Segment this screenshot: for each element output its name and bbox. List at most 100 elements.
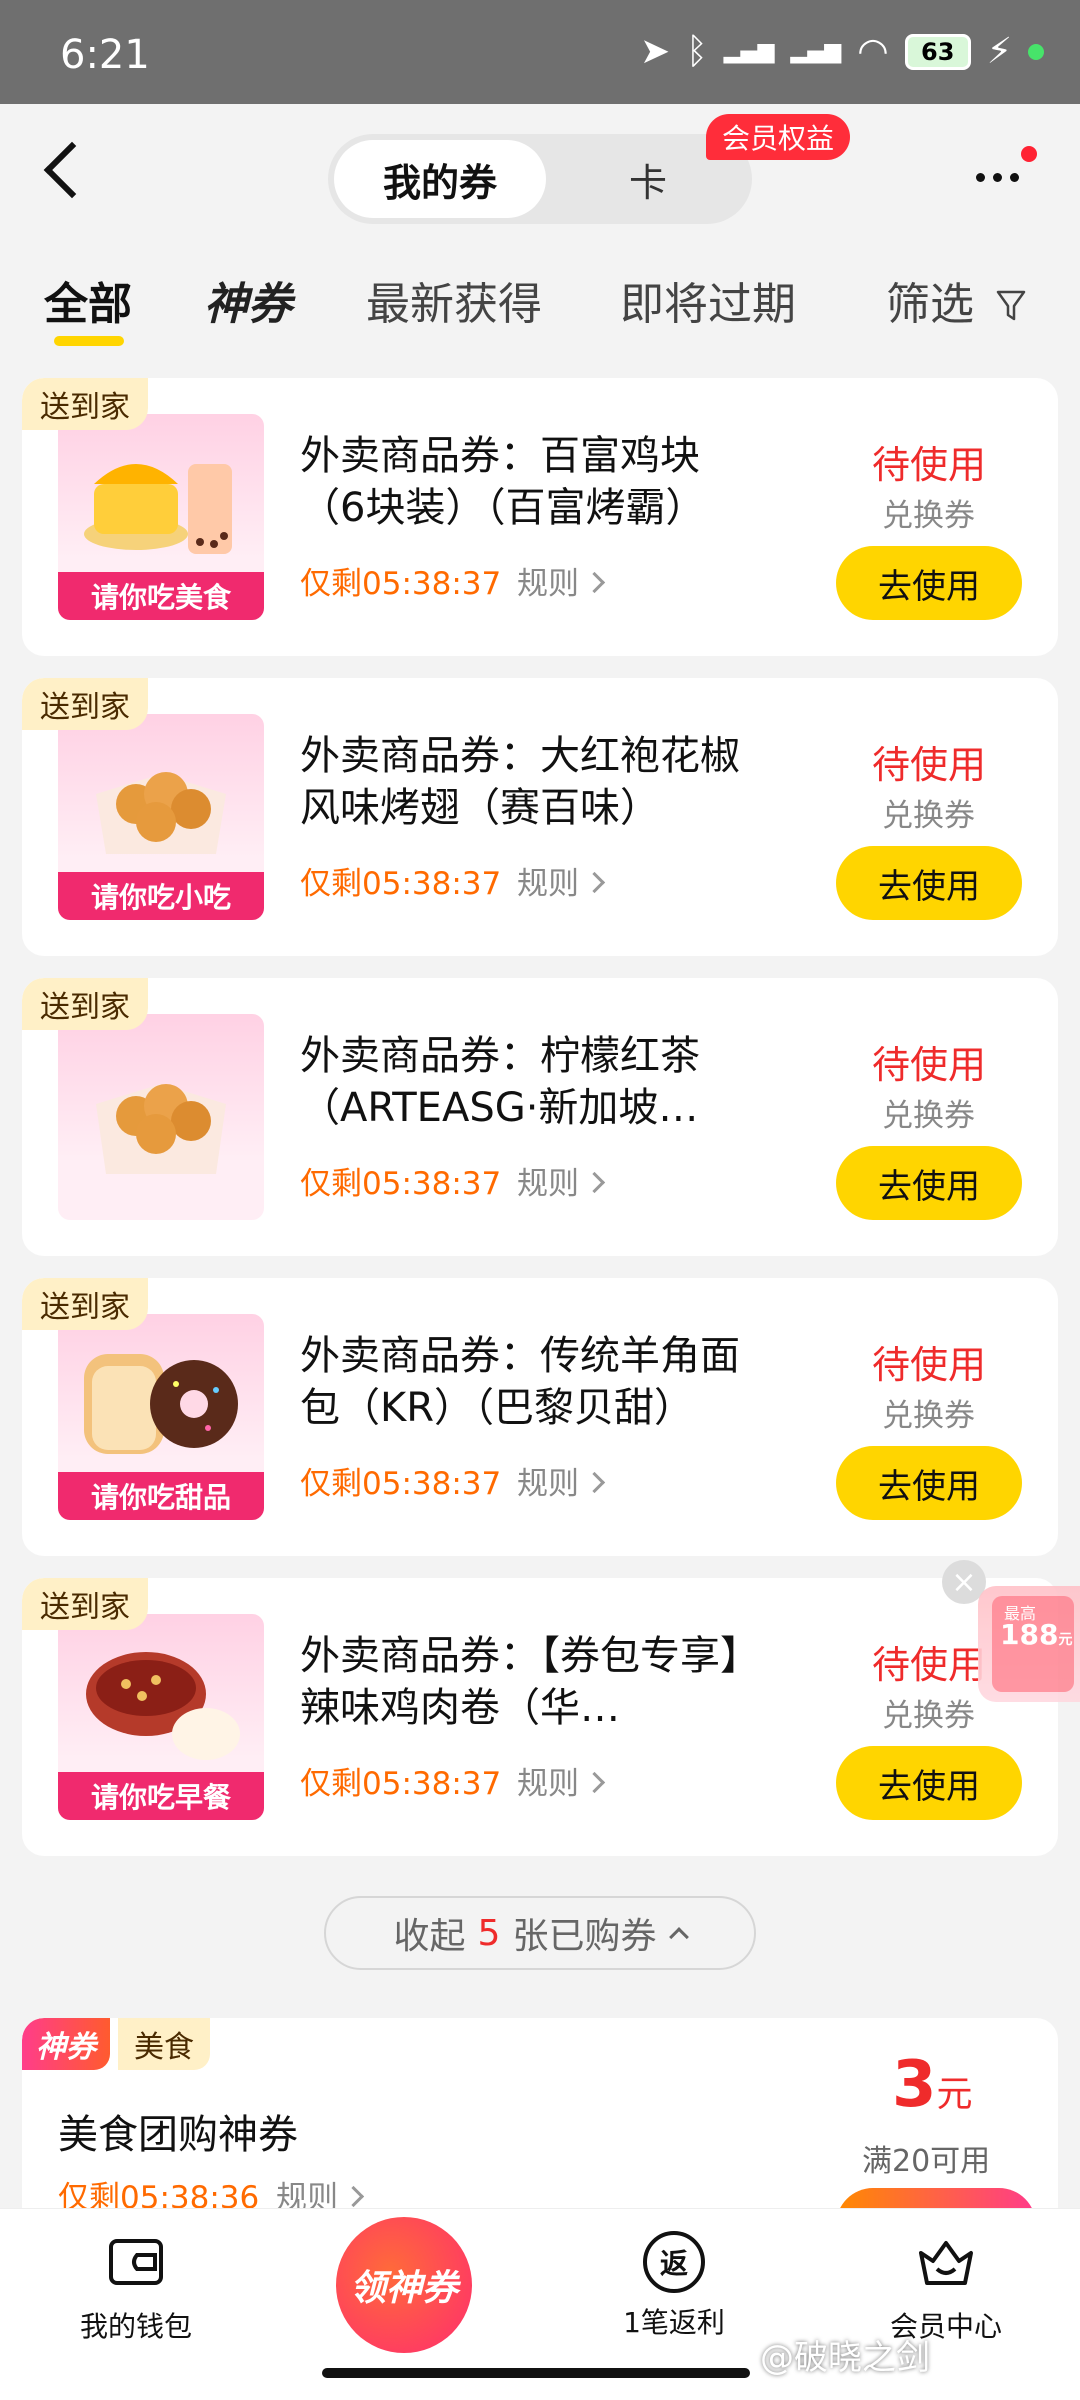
- coupon-price: 3元: [892, 2048, 973, 2122]
- thumb-label: 请你吃美食: [58, 572, 264, 620]
- member-benefit-badge[interactable]: 会员权益: [706, 114, 851, 160]
- nav-rebate-label: 1笔返利: [623, 2306, 725, 2339]
- coupon-type: 兑换券: [882, 798, 975, 834]
- use-button[interactable]: 去使用: [836, 1446, 1022, 1520]
- chicken-snack-icon: [96, 1084, 226, 1174]
- location-icon: ➤: [639, 31, 671, 72]
- coupon-status: 待使用: [872, 443, 987, 487]
- charging-icon: ⚡: [986, 31, 1012, 72]
- collapse-suffix: 张已购券: [512, 1916, 657, 1957]
- rule-link[interactable]: 规则: [517, 1158, 602, 1203]
- coupon-status: 待使用: [872, 1643, 987, 1687]
- coupon-thumbnail: 请你吃早餐: [58, 1614, 264, 1820]
- header: 我的券 卡 会员权益: [0, 104, 1080, 232]
- status-bar: 6:21 ➤ ᛒ ▂▄▆ ▂▄▆ ◠ 63 ⚡: [0, 0, 1080, 104]
- thumb-label: 请你吃甜品: [58, 1472, 264, 1520]
- floating-amount-unit: 元: [1058, 1632, 1073, 1648]
- delivery-tag: 送到家: [22, 1278, 148, 1330]
- thumb-label: 请你吃小吃: [58, 872, 264, 920]
- nav-wallet[interactable]: 我的钱包: [36, 2231, 236, 2345]
- chevron-up-icon: [669, 1927, 690, 1947]
- tab-filter[interactable]: 筛选: [886, 268, 1026, 332]
- coupon-thumbnail: [58, 1014, 264, 1220]
- coupon-title: 外卖商品券：大红袍花椒风味烤翅（赛百味）: [300, 733, 740, 831]
- get-god-coupon-button[interactable]: 领神券: [336, 2217, 472, 2353]
- use-button[interactable]: 去使用: [836, 546, 1022, 620]
- coupon-countdown: 仅剩05:38:37: [300, 1466, 502, 1502]
- segment-my-coupons[interactable]: 我的券: [334, 140, 546, 218]
- tab-all[interactable]: 全部: [44, 268, 132, 332]
- status-time: 6:21: [60, 32, 150, 78]
- wifi-icon: ◠: [857, 31, 889, 72]
- signal-icon: ▂▄▆: [723, 39, 775, 64]
- coupon-thumbnail: 请你吃美食: [58, 414, 264, 620]
- nav-member-center[interactable]: 会员中心: [846, 2231, 1046, 2345]
- coupon-card[interactable]: 送到家 外卖商品券：柠檬红茶（ARTEASG·新加坡… 仅剩05:38:37 规…: [22, 978, 1058, 1256]
- coupon-countdown: 仅剩05:38:37: [300, 1766, 502, 1802]
- coupon-status: 待使用: [872, 1043, 987, 1087]
- collapse-count: 5: [477, 1912, 501, 1954]
- coupon-type: 兑换券: [882, 498, 975, 534]
- bluetooth-icon: ᛒ: [686, 31, 708, 72]
- signal-icon-2: ▂▄▆: [790, 39, 842, 64]
- thumb-label: 请你吃早餐: [58, 1772, 264, 1820]
- chicken-snack-icon: [96, 772, 226, 854]
- delivery-tag: 送到家: [22, 1578, 148, 1630]
- floating-reward-amount: 188元: [1000, 1618, 1072, 1651]
- coupon-countdown: 仅剩05:38:37: [300, 1166, 502, 1202]
- tab-god-coupon[interactable]: 神券: [204, 268, 292, 332]
- delivery-tag: 送到家: [22, 978, 148, 1030]
- coupon-card[interactable]: 请你吃早餐 送到家 外卖商品券：【券包专享】辣味鸡肉卷（华… 仅剩05:38:3…: [22, 1578, 1058, 1856]
- floating-amount-value: 188: [1000, 1618, 1059, 1651]
- back-icon[interactable]: [40, 142, 96, 198]
- filter-label: 筛选: [886, 279, 974, 330]
- coupon-countdown: 仅剩05:38:37: [300, 866, 502, 902]
- crown-basket-icon: [919, 2241, 973, 2285]
- use-button[interactable]: 去使用: [836, 1146, 1022, 1220]
- god-coupon-tag: 神券: [22, 2018, 110, 2070]
- coupon-title: 外卖商品券：传统羊角面包（KR）（巴黎贝甜）: [300, 1333, 740, 1431]
- coupon-type: 兑换券: [882, 1698, 975, 1734]
- status-icons: ➤ ᛒ ▂▄▆ ▂▄▆ ◠ 63 ⚡: [640, 30, 1044, 74]
- wallet-icon: [109, 2239, 163, 2285]
- coupon-card[interactable]: 请你吃甜品 送到家 外卖商品券：传统羊角面包（KR）（巴黎贝甜） 仅剩05:38…: [22, 1278, 1058, 1556]
- coupon-type: 兑换券: [882, 1398, 975, 1434]
- tab-expiring[interactable]: 即将过期: [620, 268, 796, 332]
- delivery-tag: 送到家: [22, 378, 148, 430]
- coupon-countdown: 仅剩05:38:37: [300, 566, 502, 602]
- rebate-icon: 返: [643, 2231, 705, 2293]
- privacy-dot-icon: [1028, 44, 1044, 60]
- collapse-prefix: 收起: [393, 1916, 466, 1957]
- delivery-tag: 送到家: [22, 678, 148, 730]
- rule-link[interactable]: 规则: [517, 1458, 602, 1503]
- rule-link[interactable]: 规则: [517, 1758, 602, 1803]
- coupon-card[interactable]: 请你吃小吃 送到家 外卖商品券：大红袍花椒风味烤翅（赛百味） 仅剩05:38:3…: [22, 678, 1058, 956]
- bread-donut-icon: [84, 1354, 238, 1454]
- tab-underline: [54, 336, 124, 346]
- rule-link[interactable]: 规则: [517, 558, 602, 603]
- coupon-title: 外卖商品券：【券包专享】辣味鸡肉卷（华…: [300, 1633, 740, 1731]
- nav-wallet-label: 我的钱包: [79, 2310, 192, 2343]
- coupon-card[interactable]: 请你吃美食 送到家 外卖商品券：百富鸡块（6块装）（百富烤霸） 仅剩05:38:…: [22, 378, 1058, 656]
- porridge-bun-icon: [86, 1652, 240, 1760]
- more-icon[interactable]: [976, 162, 1036, 192]
- filter-tabs: 全部 神券 最新获得 即将过期 筛选: [0, 232, 1080, 362]
- notification-dot: [1021, 146, 1037, 162]
- battery-icon: 63: [904, 34, 971, 70]
- coupon-status: 待使用: [872, 743, 987, 787]
- nav-rebate[interactable]: 返 1笔返利: [574, 2231, 774, 2341]
- tab-newest[interactable]: 最新获得: [366, 268, 542, 332]
- collapse-purchased-button[interactable]: 收起 5 张已购券: [324, 1896, 756, 1970]
- rebate-icon-glyph: 返: [659, 2247, 688, 2280]
- use-button[interactable]: 去使用: [836, 846, 1022, 920]
- coupon-type: 兑换券: [882, 1098, 975, 1134]
- home-indicator[interactable]: [322, 2368, 750, 2378]
- god-coupon-title: 美食团购神券: [58, 2112, 298, 2158]
- coupon-thumbnail: 请你吃甜品: [58, 1314, 264, 1520]
- category-tag: 美食: [118, 2018, 210, 2070]
- coupon-title: 外卖商品券：柠檬红茶（ARTEASG·新加坡…: [300, 1033, 700, 1131]
- use-button[interactable]: 去使用: [836, 1746, 1022, 1820]
- rule-link[interactable]: 规则: [517, 858, 602, 903]
- coupon-condition: 满20可用: [862, 2144, 991, 2179]
- segment-control: 我的券 卡: [328, 134, 752, 224]
